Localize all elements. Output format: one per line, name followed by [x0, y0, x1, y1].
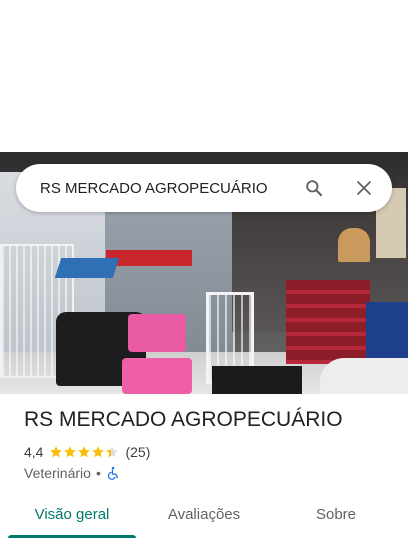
star-icon	[50, 446, 63, 458]
photo-pink-pet-house	[128, 314, 186, 352]
category-row: Veterinário •	[24, 465, 120, 481]
tab-sobre[interactable]: Sobre	[264, 494, 408, 534]
search-bar[interactable]: RS MERCADO AGROPECUÁRIO	[16, 164, 392, 212]
separator-dot: •	[95, 465, 101, 481]
active-tab-indicator	[8, 535, 136, 538]
review-count[interactable]: (25)	[125, 444, 150, 460]
photo-car	[320, 358, 408, 394]
photo-blue-roof	[54, 258, 120, 278]
search-icon	[306, 180, 323, 197]
rating-stars	[49, 445, 119, 459]
search-input[interactable]: RS MERCADO AGROPECUÁRIO	[40, 180, 296, 197]
close-button[interactable]	[346, 170, 382, 206]
wheelchair-icon	[107, 466, 118, 480]
star-icon	[92, 446, 105, 458]
place-page: RS MERCADO AGROPECUÁRIO RS MERCADO AGROP…	[0, 0, 408, 544]
tab-avaliacoes[interactable]: Avaliações	[144, 494, 264, 534]
close-icon	[357, 181, 371, 195]
rating-value: 4,4	[24, 444, 44, 460]
tab-visao-geral[interactable]: Visão geral	[0, 494, 144, 538]
photo-floor-mat	[212, 366, 302, 394]
star-icon	[78, 446, 91, 458]
photo-doghouse	[338, 228, 370, 262]
search-button[interactable]	[296, 170, 332, 206]
tab-label: Visão geral	[34, 505, 110, 523]
star-icon	[64, 446, 77, 458]
tab-label: Avaliações	[167, 505, 241, 523]
tab-label: Sobre	[315, 505, 357, 523]
photo-pink-pet-house	[122, 358, 192, 394]
tab-bar: Visão geral Avaliações Sobre	[0, 494, 408, 544]
place-title: RS MERCADO AGROPECUÁRIO	[24, 408, 343, 431]
photo-blue-feed-bag	[366, 302, 408, 364]
category-label[interactable]: Veterinário	[24, 465, 91, 481]
star-icon	[106, 446, 119, 458]
photo-feed-bags	[286, 280, 370, 364]
rating-row[interactable]: 4,4 (25)	[24, 444, 150, 460]
